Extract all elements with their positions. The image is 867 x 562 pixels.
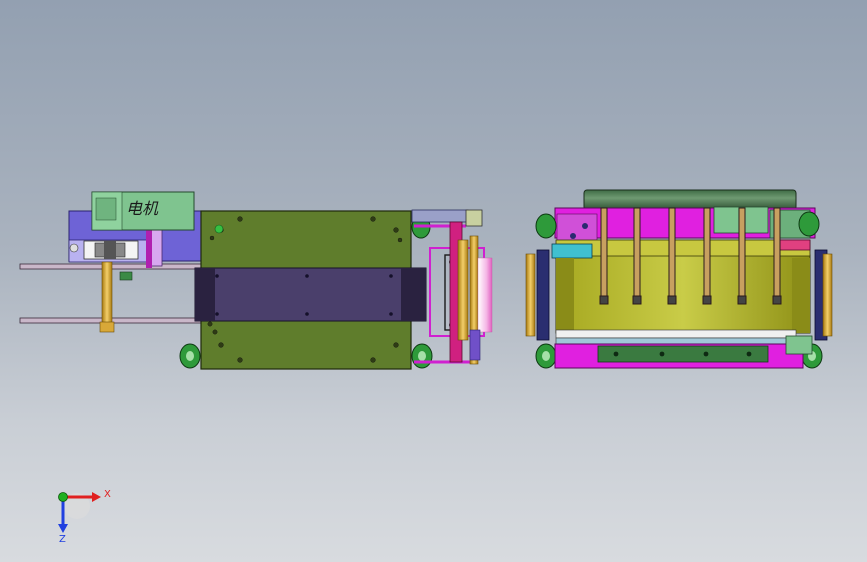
x-axis-label: X bbox=[104, 489, 111, 500]
z-axis-label: Z bbox=[59, 534, 66, 545]
wheel bbox=[411, 343, 433, 369]
feed-roller bbox=[457, 239, 469, 341]
cad-model: 电机 X Z bbox=[19, 189, 833, 545]
motor-cover: 电机 bbox=[91, 191, 195, 231]
cad-viewport[interactable]: 电机 X Z bbox=[0, 0, 867, 562]
wheel bbox=[179, 343, 201, 369]
drive-shaft bbox=[101, 261, 113, 329]
axis-triad[interactable]: X Z bbox=[58, 489, 111, 545]
outfeed-roller bbox=[525, 253, 536, 337]
cutter-body bbox=[555, 254, 811, 334]
motor-label: 电机 bbox=[126, 199, 159, 218]
right-unit bbox=[525, 189, 833, 369]
y-axis-icon bbox=[58, 492, 68, 502]
left-unit: 电机 bbox=[19, 191, 493, 370]
